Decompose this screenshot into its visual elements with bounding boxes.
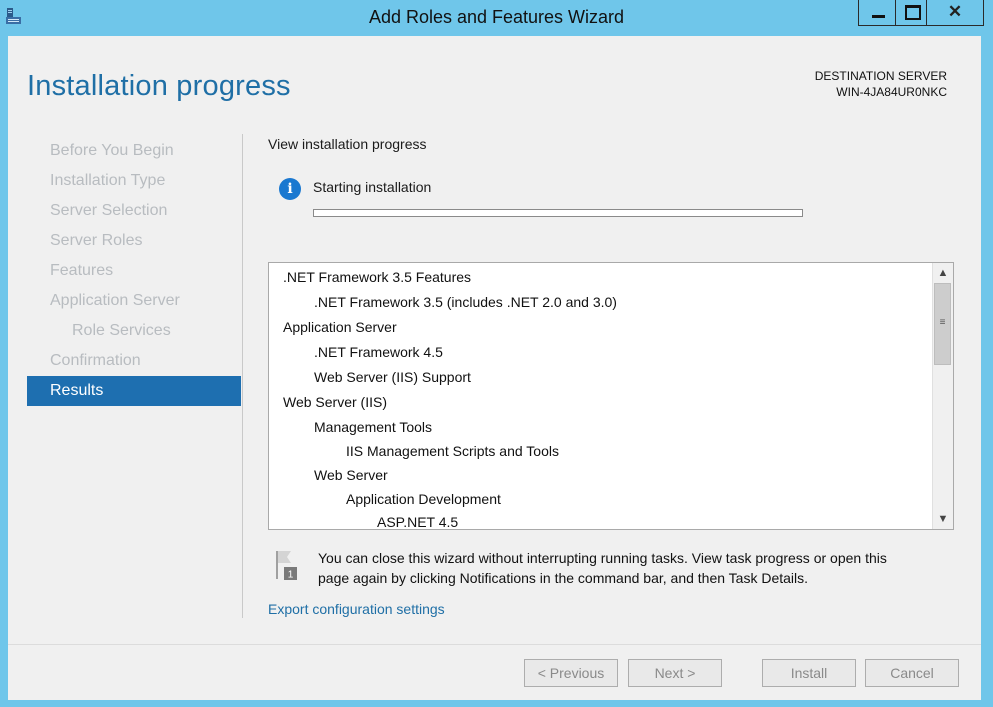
minimize-button[interactable]: [858, 0, 896, 26]
list-item: IIS Management Scripts and Tools: [346, 443, 559, 459]
notification-flag-icon: 1: [276, 551, 297, 581]
page-title: Installation progress: [27, 70, 291, 102]
close-button[interactable]: ✕: [926, 0, 984, 26]
list-item: ASP.NET 4.5: [377, 514, 459, 530]
grip-icon: ≡: [939, 317, 946, 328]
notification-note: You can close this wizard without interr…: [318, 548, 958, 588]
list-scrollbar[interactable]: ▲ ≡ ▼: [932, 263, 953, 529]
status-text: Starting installation: [313, 179, 432, 195]
note-line-2: page again by clicking Notifications in …: [318, 570, 809, 586]
section-label: View installation progress: [268, 136, 427, 152]
close-icon: ✕: [947, 2, 963, 21]
list-item: .NET Framework 4.5: [314, 344, 443, 360]
list-item: Management Tools: [314, 419, 433, 435]
list-item: Application Development: [346, 491, 501, 507]
list-item: Web Server (IIS) Support: [314, 369, 471, 385]
wizard-footer: < Previous Next > Install Cancel: [8, 644, 981, 700]
maximize-icon: [905, 5, 921, 20]
nav-item-features[interactable]: Features: [27, 256, 241, 286]
destination-server-name: WIN-4JA84UR0NKC: [836, 85, 947, 99]
list-item: .NET Framework 3.5 (includes .NET 2.0 an…: [314, 294, 617, 310]
wizard-window: Add Roles and Features Wizard ✕ Installa…: [0, 0, 993, 707]
nav-item-server-roles[interactable]: Server Roles: [27, 226, 241, 256]
installation-items-list[interactable]: .NET Framework 3.5 Features .NET Framewo…: [268, 262, 954, 530]
window-title: Add Roles and Features Wizard: [368, 7, 625, 27]
destination-label: DESTINATION SERVER: [814, 69, 947, 83]
title-bar[interactable]: Add Roles and Features Wizard ✕: [0, 0, 993, 35]
scrollbar-thumb[interactable]: ≡: [934, 283, 951, 365]
list-content: .NET Framework 3.5 Features .NET Framewo…: [269, 265, 933, 530]
cancel-button[interactable]: Cancel: [865, 659, 959, 687]
progress-bar: [313, 209, 803, 217]
scroll-down-icon[interactable]: ▼: [933, 509, 953, 529]
info-icon: i: [279, 178, 301, 200]
wizard-nav: Before You Begin Installation Type Serve…: [27, 136, 241, 406]
wizard-client-area: Installation progress DESTINATION SERVER…: [8, 36, 981, 700]
maximize-button[interactable]: [895, 0, 927, 26]
list-item: Web Server: [314, 467, 388, 483]
nav-item-results[interactable]: Results: [27, 376, 241, 406]
destination-server: DESTINATION SERVER WIN-4JA84UR0NKC: [815, 68, 947, 100]
next-button[interactable]: Next >: [628, 659, 722, 687]
note-line-1: You can close this wizard without interr…: [318, 550, 887, 566]
install-button[interactable]: Install: [762, 659, 856, 687]
nav-item-confirmation[interactable]: Confirmation: [27, 346, 241, 376]
nav-item-role-services[interactable]: Role Services: [27, 316, 241, 346]
nav-item-server-selection[interactable]: Server Selection: [27, 196, 241, 226]
export-configuration-link[interactable]: Export configuration settings: [268, 601, 445, 617]
minimize-icon: [872, 15, 885, 18]
nav-divider: [242, 134, 243, 618]
list-item: Web Server (IIS): [283, 394, 387, 410]
list-item: Application Server: [283, 319, 397, 335]
nav-item-before-you-begin[interactable]: Before You Begin: [27, 136, 241, 166]
nav-item-application-server[interactable]: Application Server: [27, 286, 241, 316]
scroll-up-icon[interactable]: ▲: [933, 263, 953, 283]
nav-item-installation-type[interactable]: Installation Type: [27, 166, 241, 196]
previous-button[interactable]: < Previous: [524, 659, 618, 687]
notification-badge: 1: [288, 570, 294, 581]
list-item: .NET Framework 3.5 Features: [283, 269, 472, 285]
